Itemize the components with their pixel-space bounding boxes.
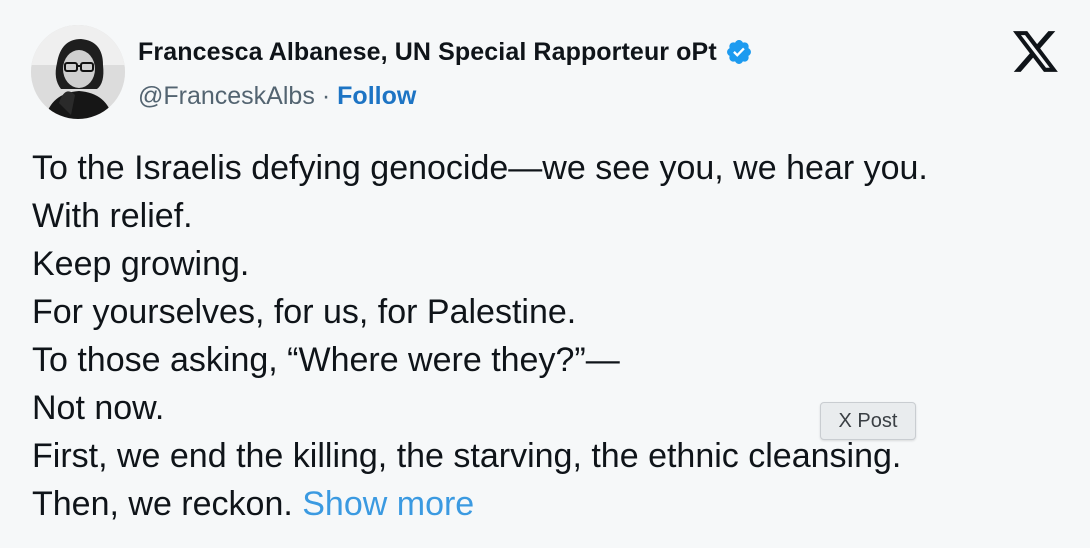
post-line: Not now.: [32, 389, 165, 427]
avatar-photo: [31, 25, 125, 119]
author-name-row: Francesca Albanese, UN Special Rapporteu…: [138, 34, 753, 70]
post-line: Keep growing.: [32, 245, 250, 283]
post-line: To the Israelis defying genocide—we see …: [32, 149, 928, 187]
post-line: To those asking, “Where were they?”—: [32, 341, 620, 379]
avatar[interactable]: [31, 25, 125, 119]
x-logo-icon[interactable]: [1013, 31, 1058, 72]
post-line: For yourselves, for us, for Palestine.: [32, 293, 577, 331]
separator-dot: ·: [321, 81, 331, 110]
author-handle[interactable]: @FranceskAlbs: [138, 82, 315, 111]
x-post-tooltip: X Post: [820, 402, 916, 440]
author-handle-row: @FranceskAlbs · Follow: [138, 78, 416, 114]
post-line: Then, we reckon.: [32, 485, 293, 523]
post-last-line: Then, we reckon. Show more: [32, 480, 1072, 528]
show-more-link[interactable]: Show more: [302, 485, 474, 523]
post-line: With relief.: [32, 197, 193, 235]
post-text: To the Israelis defying genocide—we see …: [32, 144, 1072, 528]
embedded-post-card: Francesca Albanese, UN Special Rapporteu…: [0, 0, 1090, 548]
post-line: First, we end the killing, the starving,…: [32, 437, 902, 475]
verified-badge-icon: [726, 40, 751, 64]
follow-button[interactable]: Follow: [337, 82, 416, 111]
author-display-name[interactable]: Francesca Albanese, UN Special Rapporteu…: [138, 38, 717, 67]
